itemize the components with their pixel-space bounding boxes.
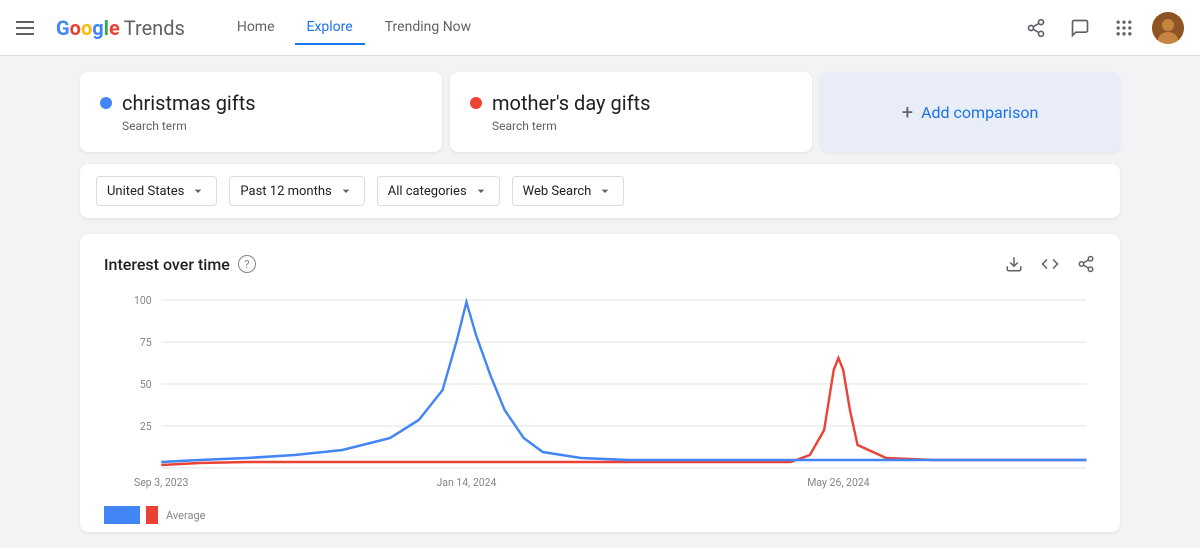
google-wordmark: Google [56, 16, 120, 40]
svg-text:Jan 14, 2024: Jan 14, 2024 [437, 476, 497, 489]
plus-icon: + [902, 100, 913, 124]
svg-text:May 26, 2024: May 26, 2024 [807, 476, 869, 489]
chart-card: Interest over time ? [80, 234, 1120, 532]
christmas-term-name: christmas gifts [122, 91, 256, 115]
legend-label: Average [166, 509, 206, 522]
svg-text:50: 50 [140, 378, 152, 391]
svg-text:75: 75 [140, 336, 152, 349]
mothers-term-name: mother's day gifts [492, 91, 650, 115]
chart-title: Interest over time [104, 255, 230, 274]
search-term-card-mothers[interactable]: mother's day gifts Search term [450, 72, 812, 152]
download-icon[interactable] [1004, 254, 1024, 274]
christmas-dot [100, 97, 112, 109]
interest-chart: 100 75 50 25 Sep 3, 2023 Jan 14, 2024 Ma… [104, 290, 1096, 490]
share-icon[interactable] [1020, 12, 1052, 44]
search-term-header-christmas: christmas gifts [100, 91, 422, 115]
add-comparison-card[interactable]: + Add comparison [820, 72, 1120, 152]
svg-text:25: 25 [140, 420, 152, 433]
share-chart-icon[interactable] [1076, 254, 1096, 274]
legend-bar-mothers [146, 506, 158, 524]
svg-text:Sep 3, 2023: Sep 3, 2023 [134, 476, 188, 489]
embed-icon[interactable] [1040, 254, 1060, 274]
search-term-card-christmas[interactable]: christmas gifts Search term [80, 72, 442, 152]
filter-type[interactable]: Web Search [512, 176, 625, 206]
header-right [1020, 12, 1184, 44]
nav-trending-now[interactable]: Trending Now [373, 11, 483, 45]
chart-title-row: Interest over time ? [104, 255, 256, 274]
mothers-term-type: Search term [492, 119, 792, 133]
main-content: christmas gifts Search term mother's day… [0, 56, 1200, 548]
add-comparison-label: Add comparison [921, 103, 1038, 122]
chart-container: 100 75 50 25 Sep 3, 2023 Jan 14, 2024 Ma… [104, 290, 1096, 532]
help-icon[interactable]: ? [238, 255, 256, 273]
search-terms-row: christmas gifts Search term mother's day… [80, 72, 1120, 152]
filter-region-label: United States [107, 184, 184, 199]
user-avatar[interactable] [1152, 12, 1184, 44]
filters-row: United States Past 12 months All categor… [80, 164, 1120, 218]
menu-icon[interactable] [16, 16, 40, 40]
christmas-term-type: Search term [122, 119, 422, 133]
apps-icon[interactable] [1108, 12, 1140, 44]
trends-wordmark: Trends [124, 16, 185, 40]
chart-actions [1004, 254, 1096, 274]
filter-category-label: All categories [388, 184, 467, 199]
search-term-header-mothers: mother's day gifts [470, 91, 792, 115]
filter-type-label: Web Search [523, 184, 592, 199]
filter-category[interactable]: All categories [377, 176, 500, 206]
filter-period-label: Past 12 months [240, 184, 331, 199]
svg-text:100: 100 [134, 294, 152, 307]
chart-header: Interest over time ? [104, 254, 1096, 274]
filter-period[interactable]: Past 12 months [229, 176, 364, 206]
nav-home[interactable]: Home [225, 11, 287, 45]
main-nav: Home Explore Trending Now [225, 11, 483, 45]
nav-explore[interactable]: Explore [295, 11, 365, 45]
header-left: Google Trends Home Explore Trending Now [16, 11, 1020, 45]
header: Google Trends Home Explore Trending Now [0, 0, 1200, 56]
logo: Google Trends [56, 16, 185, 40]
filter-region[interactable]: United States [96, 176, 217, 206]
feedback-icon[interactable] [1064, 12, 1096, 44]
mothers-dot [470, 97, 482, 109]
legend-bar-christmas [104, 506, 140, 524]
